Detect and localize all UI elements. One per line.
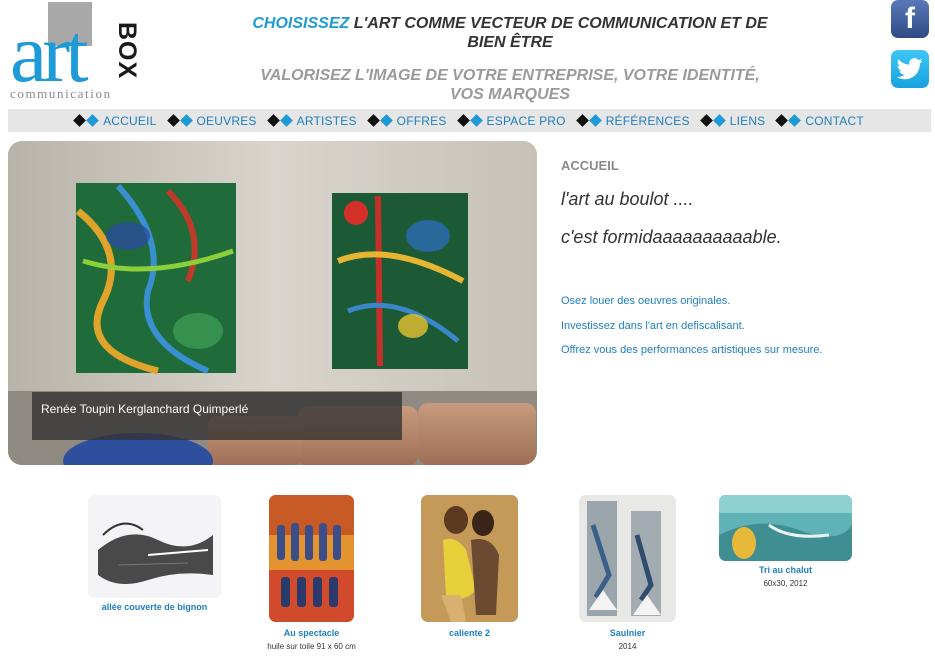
thumbnail-image [579, 495, 676, 622]
nav-label: OEUVRES [196, 113, 257, 128]
diamond-icon [699, 114, 713, 127]
thumbnail-title: allée couverte de bignon [101, 602, 208, 612]
link-performances[interactable]: Offrez vous des performances artistiques… [561, 344, 822, 356]
twitter-icon [897, 58, 923, 80]
tagline-rest-2: BIEN ÊTRE [467, 34, 553, 51]
logo-art-text: art [10, 7, 89, 100]
nav-label: ARTISTES [296, 113, 357, 128]
subline-1: VALORISEZ L'IMAGE DE VOTRE ENTREPRISE, V… [260, 67, 760, 84]
thumbnail-subtitle: 60x30, 2012 [763, 579, 808, 588]
slide-caption: Renée Toupin Kerglanchard Quimperlé [32, 392, 402, 440]
diamond-icon [379, 114, 393, 127]
twitter-button[interactable] [891, 50, 929, 88]
thumbnail-image [719, 495, 852, 561]
thumbnail-saulnier[interactable]: Saulnier 2014 [579, 495, 676, 655]
logo-communication-text: communication [10, 86, 112, 101]
diamond-icon [266, 114, 280, 127]
thumbnail-title: Saulnier [609, 628, 646, 638]
logo-box-text: BOX [113, 22, 141, 80]
link-defiscaliser[interactable]: Investissez dans l'art en defiscalisant. [561, 320, 745, 332]
link-louer-oeuvres[interactable]: Osez louer des oeuvres originales. [561, 295, 730, 307]
diamond-icon [73, 114, 86, 127]
nav-item-references[interactable]: RÉFÉRENCES [575, 113, 690, 128]
thumbnail-tri-au-chalut[interactable]: Tri au chalut 60x30, 2012 [719, 495, 852, 595]
subline-2: VOS MARQUES [449, 86, 570, 103]
main-nav: ACCUEIL OEUVRES ARTISTES OFFRES ESPACE P… [8, 109, 931, 132]
diamond-icon [456, 114, 470, 127]
nav-label: ACCUEIL [103, 113, 157, 128]
nav-item-accueil[interactable]: ACCUEIL [73, 113, 157, 128]
diamond-icon [279, 114, 293, 127]
thumbnail-image [421, 495, 518, 622]
diamond-icon [86, 114, 99, 127]
nav-label: ESPACE PRO [486, 113, 566, 128]
thumbnail-allee-couverte[interactable]: allée couverte de bignon [88, 495, 221, 615]
facebook-icon: f [905, 2, 915, 35]
diamond-icon [712, 114, 726, 127]
intro-line-2: c'est formidaaaaaaaaaable. [561, 227, 782, 247]
diamond-icon [788, 114, 802, 127]
nav-item-espace-pro[interactable]: ESPACE PRO [456, 113, 566, 128]
page-title: ACCUEIL [561, 158, 619, 173]
thumbnail-subtitle: 2014 [618, 642, 637, 651]
header-tagline: CHOISISSEZ L'ART COMME VECTEUR DE COMMUN… [240, 14, 780, 52]
diamond-icon [588, 114, 602, 127]
nav-item-oeuvres[interactable]: OEUVRES [166, 113, 257, 128]
nav-item-contact[interactable]: CONTACT [775, 113, 864, 128]
thumbnail-title: caliente 2 [448, 628, 491, 638]
thumbnail-image [269, 495, 354, 622]
thumbnail-au-spectacle[interactable]: Au spectacle huile sur toile 91 x 60 cm [267, 495, 356, 655]
thumbnail-title: Au spectacle [283, 628, 340, 638]
diamond-icon [166, 114, 180, 127]
nav-item-offres[interactable]: OFFRES [366, 113, 447, 128]
diamond-icon [179, 114, 193, 127]
header-subline: VALORISEZ L'IMAGE DE VOTRE ENTREPRISE, V… [240, 66, 780, 104]
diamond-icon [469, 114, 483, 127]
nav-label: CONTACT [805, 113, 864, 128]
nav-item-liens[interactable]: LIENS [699, 113, 766, 128]
diamond-icon [775, 114, 789, 127]
nav-item-artistes[interactable]: ARTISTES [266, 113, 357, 128]
diamond-icon [575, 114, 589, 127]
diamond-icon [366, 114, 380, 127]
site-logo[interactable]: art BOX communication [8, 0, 141, 104]
nav-label: LIENS [729, 113, 766, 128]
nav-label: OFFRES [396, 113, 447, 128]
thumbnail-caliente-2[interactable]: caliente 2 [421, 495, 518, 640]
intro-line-1: l'art au boulot .... [561, 189, 694, 209]
thumbnail-image [88, 495, 221, 598]
facebook-button[interactable]: f [891, 0, 929, 38]
tagline-rest-1: L'ART COMME VECTEUR DE COMMUNICATION ET … [349, 15, 768, 32]
nav-label: RÉFÉRENCES [605, 113, 690, 128]
thumbnail-title: Tri au chalut [758, 565, 812, 575]
thumbnail-subtitle: huile sur toile 91 x 60 cm [267, 642, 356, 651]
hero-slideshow[interactable]: Renée Toupin Kerglanchard Quimperlé [8, 141, 537, 465]
tagline-accent: CHOISISSEZ [252, 15, 350, 32]
